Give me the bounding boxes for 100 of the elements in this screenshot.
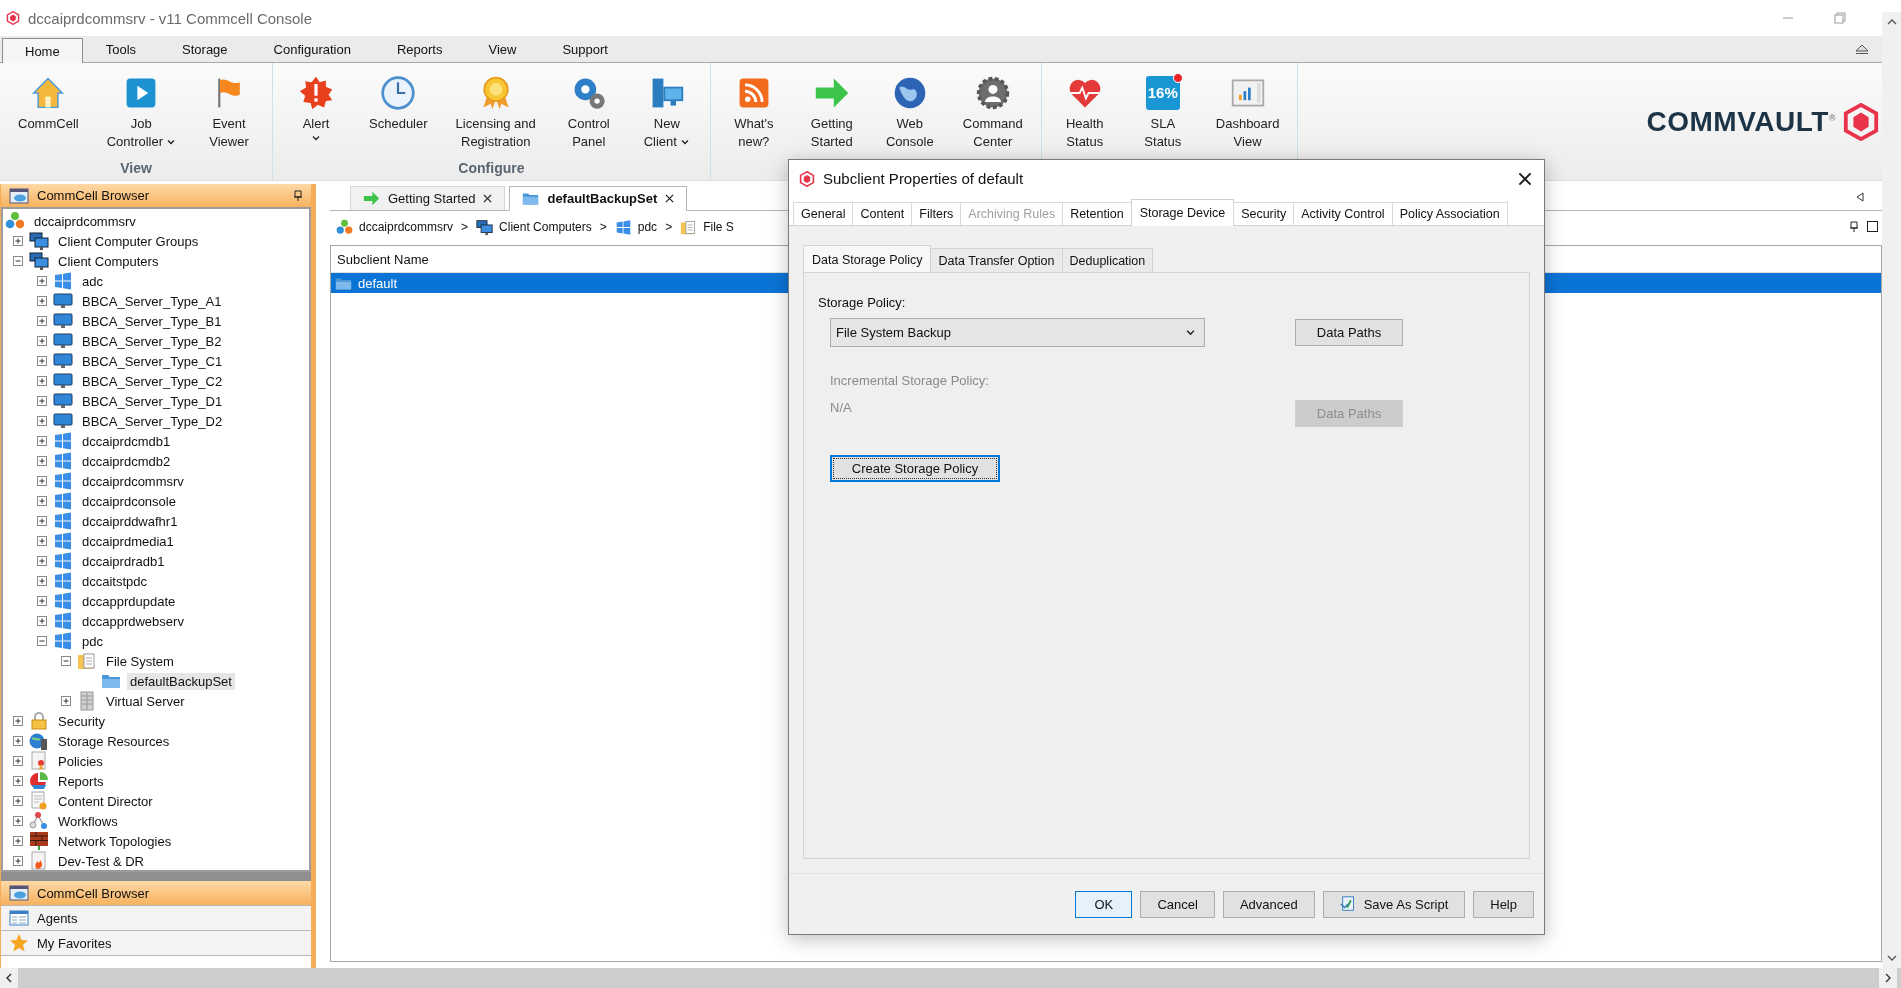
expand-toggle[interactable] (37, 436, 47, 446)
collapse-toggle[interactable] (37, 636, 47, 646)
expand-toggle[interactable] (13, 816, 23, 826)
tree-item[interactable]: Client Computers (55, 252, 162, 270)
ribbon-button[interactable]: Scheduler (357, 67, 440, 160)
storage-policy-dropdown[interactable]: File System Backup (830, 318, 1205, 347)
expand-toggle[interactable] (37, 596, 47, 606)
tree-item[interactable]: BBCA_Server_Type_C2 (79, 372, 226, 390)
scroll-down-icon[interactable] (1886, 954, 1897, 962)
tree-item[interactable]: BBCA_Server_Type_A1 (79, 292, 225, 310)
tree-item[interactable]: Dev-Test & DR (55, 852, 147, 870)
sub-tab[interactable]: Deduplication (1061, 248, 1154, 272)
tree-item[interactable]: dccaitstpdc (79, 572, 151, 590)
column-header[interactable]: Subclient Name (337, 251, 429, 267)
scroll-left-icon[interactable] (5, 973, 13, 983)
tree-item[interactable]: BBCA_Server_Type_B1 (79, 312, 225, 330)
scroll-up-icon[interactable] (1886, 18, 1897, 26)
expand-toggle[interactable] (37, 516, 47, 526)
pin-icon[interactable] (1849, 221, 1859, 233)
ribbon-button[interactable]: CommCell (6, 67, 91, 160)
tree-item[interactable]: Workflows (55, 812, 121, 830)
menu-tab[interactable]: View (465, 37, 540, 62)
tree-item[interactable]: adc (79, 272, 106, 290)
tree-item[interactable]: Virtual Server (103, 692, 188, 710)
tree-item[interactable]: BBCA_Server_Type_C1 (79, 352, 226, 370)
close-tab-icon[interactable] (483, 194, 493, 203)
ribbon-button[interactable]: Command Center (950, 67, 1035, 160)
sub-tab[interactable]: Data Transfer Option (930, 248, 1063, 272)
expand-toggle[interactable] (37, 556, 47, 566)
expand-toggle[interactable] (13, 776, 23, 786)
tree-item[interactable]: BBCA_Server_Type_D2 (79, 412, 226, 430)
expand-toggle[interactable] (37, 616, 47, 626)
tree-item[interactable]: dccaiprdcommsrv (79, 472, 187, 490)
tree-item[interactable]: dccaiprdconsole (79, 492, 179, 510)
ribbon-button[interactable]: Getting Started (794, 67, 869, 160)
data-paths-button[interactable]: Data Paths (1295, 319, 1403, 346)
expand-toggle[interactable] (13, 796, 23, 806)
tree-item[interactable]: dccaiprdcmdb1 (79, 432, 174, 450)
dialog-button[interactable]: Cancel (1140, 890, 1215, 918)
tree-item[interactable]: Storage Resources (55, 732, 173, 750)
tree-item[interactable]: dccaiprddwafhr1 (79, 512, 181, 530)
navigation-item[interactable]: Agents (1, 906, 311, 931)
breadcrumb-link[interactable]: pdc (637, 220, 658, 234)
tree-item[interactable]: pdc (79, 632, 106, 650)
triangle-left-icon[interactable] (1856, 192, 1864, 202)
tree-item[interactable]: dccapprdwebserv (79, 612, 187, 630)
close-icon[interactable] (1518, 171, 1532, 186)
expand-toggle[interactable] (37, 296, 47, 306)
navigation-item[interactable]: My Favorites (1, 931, 311, 956)
dialog-tab[interactable]: Security (1233, 202, 1295, 225)
collapse-toggle[interactable] (61, 656, 71, 666)
ribbon-button[interactable]: Web Console (872, 67, 947, 160)
splitter-handle[interactable] (1, 872, 311, 881)
dialog-tab[interactable]: General (793, 202, 854, 225)
dialog-tab[interactable]: Storage Device (1130, 199, 1235, 226)
tree-item[interactable]: Security (55, 712, 108, 730)
tree-item[interactable]: BBCA_Server_Type_B2 (79, 332, 225, 350)
create-storage-policy-button[interactable]: Create Storage Policy (830, 455, 1000, 482)
navigation-item[interactable]: CommCell Browser (1, 881, 311, 906)
maximize-icon[interactable] (1867, 221, 1878, 232)
document-tab[interactable]: Getting Started (350, 186, 506, 210)
tree-item[interactable]: dccaiprdradb1 (79, 552, 168, 570)
menu-tab[interactable]: Reports (373, 37, 466, 62)
ribbon-button[interactable]: Dashboard View (1203, 67, 1292, 160)
tree-item[interactable]: Client Computer Groups (55, 232, 202, 250)
ribbon-button[interactable]: Alert (279, 67, 354, 160)
expand-toggle[interactable] (13, 236, 23, 246)
expand-toggle[interactable] (13, 736, 23, 746)
expand-toggle[interactable] (13, 716, 23, 726)
expand-toggle[interactable] (13, 756, 23, 766)
ribbon-button[interactable]: New Client (629, 67, 704, 160)
dialog-button[interactable]: Advanced (1222, 890, 1315, 918)
tree-item[interactable]: File System (103, 652, 177, 670)
expand-toggle[interactable] (37, 376, 47, 386)
expand-toggle[interactable] (37, 476, 47, 486)
dialog-button[interactable]: OK (1075, 890, 1133, 918)
tree-item[interactable]: dccaiprdcmdb2 (79, 452, 174, 470)
breadcrumb-link[interactable]: Client Computers (499, 220, 592, 234)
expand-toggle[interactable] (37, 336, 47, 346)
menu-tab[interactable]: Tools (82, 37, 160, 62)
dialog-button[interactable]: Save As Script (1322, 890, 1466, 918)
menu-tab[interactable]: Support (539, 37, 631, 62)
tree-item[interactable]: Reports (55, 772, 107, 790)
tree-item[interactable]: dccapprdupdate (79, 592, 179, 610)
expand-toggle[interactable] (61, 696, 71, 706)
scroll-right-icon[interactable] (1884, 973, 1892, 983)
tree-item[interactable]: dccaiprdmedia1 (79, 532, 177, 550)
close-tab-icon[interactable] (665, 194, 675, 203)
menu-tab[interactable]: Home (2, 38, 83, 63)
dialog-button[interactable]: Help (1473, 890, 1534, 918)
expand-toggle[interactable] (37, 416, 47, 426)
expand-toggle[interactable] (13, 836, 23, 846)
menu-tab[interactable]: Storage (159, 37, 251, 62)
expand-toggle[interactable] (37, 496, 47, 506)
expand-toggle[interactable] (37, 536, 47, 546)
pin-icon[interactable] (293, 189, 303, 202)
expand-toggle[interactable] (37, 456, 47, 466)
tree-item[interactable]: Policies (55, 752, 106, 770)
document-tab[interactable]: defaultBackupSet (509, 186, 688, 211)
sub-tab[interactable]: Data Storage Policy (803, 245, 932, 273)
